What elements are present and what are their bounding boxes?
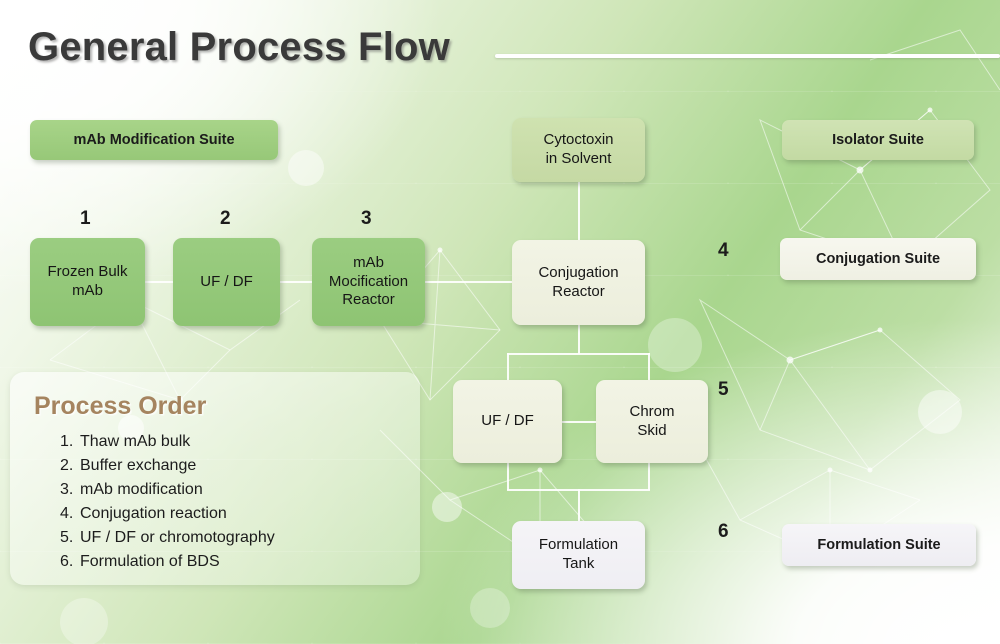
- node-line-2: Skid: [637, 421, 667, 439]
- bokeh-circle: [288, 150, 324, 186]
- list-item-text: Thaw mAb bulk: [80, 433, 191, 450]
- connector-merge-right-down: [648, 462, 650, 490]
- node-conjugation-reactor[interactable]: Conjugation Reactor: [512, 240, 645, 325]
- list-item-number: 3.: [60, 481, 74, 498]
- list-item-number: 6.: [60, 553, 74, 570]
- step-number-1: 1: [80, 208, 91, 229]
- process-order-title: Process Order: [34, 392, 207, 420]
- list-item-text: Conjugation reaction: [80, 505, 227, 522]
- list-item-text: mAb modification: [80, 481, 203, 498]
- list-item-number: 1.: [60, 433, 74, 450]
- connector-split-bar-top: [507, 353, 650, 355]
- page-title: General Process Flow: [28, 25, 450, 69]
- node-cytoctoxin-in-solvent[interactable]: Cytoctoxin in Solvent: [512, 118, 645, 182]
- list-item-number: 4.: [60, 505, 74, 522]
- bokeh-circle: [648, 318, 702, 372]
- list-item: 1. Thaw mAb bulk: [60, 430, 275, 454]
- connector-conjugation-to-split: [578, 325, 580, 354]
- bokeh-circle: [470, 588, 510, 628]
- node-line-3: Reactor: [342, 291, 395, 309]
- suite-label: Conjugation Suite: [815, 251, 941, 267]
- node-mab-modification-reactor[interactable]: mAb Mocification Reactor: [312, 238, 425, 326]
- connector-split-right-down: [648, 353, 650, 381]
- node-uf-df-upstream[interactable]: UF / DF: [173, 238, 280, 326]
- step-number-5: 5: [718, 379, 729, 400]
- suite-label: mAb Modification Suite: [73, 132, 235, 148]
- node-line-2: Tank: [562, 555, 595, 572]
- node-line-1: UF / DF: [200, 272, 253, 290]
- list-item-number: 5.: [60, 529, 74, 546]
- bokeh-circle: [918, 390, 962, 434]
- list-item: 5. UF / DF or chromotography: [60, 526, 275, 550]
- list-item: 3. mAb modification: [60, 478, 275, 502]
- step-number-4: 4: [718, 240, 729, 261]
- connector-merge-left-down: [507, 462, 509, 490]
- title-divider-rule: [495, 54, 1000, 58]
- connector-1-to-2: [145, 281, 174, 283]
- step-number-2: 2: [220, 208, 231, 229]
- suite-pill-conjugation[interactable]: Conjugation Suite: [780, 238, 976, 280]
- suite-pill-formulation[interactable]: Formulation Suite: [782, 524, 976, 566]
- node-frozen-bulk-mab[interactable]: Frozen Bulk mAb: [30, 238, 145, 326]
- list-item: 4. Conjugation reaction: [60, 502, 275, 526]
- process-order-list: 1. Thaw mAb bulk 2. Buffer exchange 3. mAb …: [60, 430, 275, 574]
- list-item-text: Buffer exchange: [80, 457, 197, 474]
- node-chrom-skid[interactable]: Chrom Skid: [596, 380, 708, 463]
- node-line-1: mAb: [353, 253, 384, 271]
- node-line-1: Frozen Bulk: [47, 263, 128, 281]
- node-line-1: Chrom: [629, 402, 675, 420]
- slide-canvas: General Process Flow mAb Modification Su…: [0, 0, 1000, 644]
- list-item: 6. Formulation of BDS: [60, 550, 275, 574]
- node-uf-df-downstream[interactable]: UF / DF: [453, 380, 562, 463]
- node-line-1: Formulation: [538, 536, 619, 554]
- suite-label: Formulation Suite: [817, 537, 941, 553]
- step-number-3: 3: [361, 208, 372, 229]
- list-item-text: Formulation of BDS: [80, 553, 220, 570]
- connector-3-to-conjugation: [425, 281, 513, 283]
- node-line-2: in Solvent: [545, 150, 612, 167]
- suite-pill-mab-modification[interactable]: mAb Modification Suite: [30, 120, 278, 160]
- bokeh-circle: [60, 598, 108, 644]
- node-line-1: UF / DF: [481, 412, 534, 430]
- step-number-6: 6: [718, 521, 729, 542]
- suite-pill-isolator[interactable]: Isolator Suite: [782, 120, 974, 160]
- bokeh-circle: [432, 492, 462, 522]
- suite-label: Isolator Suite: [832, 132, 924, 148]
- list-item-text: UF / DF or chromotography: [80, 529, 275, 546]
- node-formulation-tank[interactable]: Formulation Tank: [512, 521, 645, 589]
- node-line-2: Reactor: [552, 282, 605, 300]
- connector-2-to-3: [280, 281, 313, 283]
- connector-cytoctoxin-to-conjugation: [578, 182, 580, 241]
- connector-merge-to-formulation: [578, 489, 580, 521]
- connector-ufdf-to-chromskid: [561, 421, 597, 423]
- node-line-2: Mocification: [328, 272, 409, 290]
- list-item-number: 2.: [60, 457, 74, 474]
- node-line-1: Conjugation: [538, 263, 619, 281]
- node-line-1: Cytoctoxin: [543, 131, 614, 149]
- node-line-2: mAb: [72, 282, 103, 299]
- list-item: 2. Buffer exchange: [60, 454, 275, 478]
- connector-split-left-down: [507, 353, 509, 381]
